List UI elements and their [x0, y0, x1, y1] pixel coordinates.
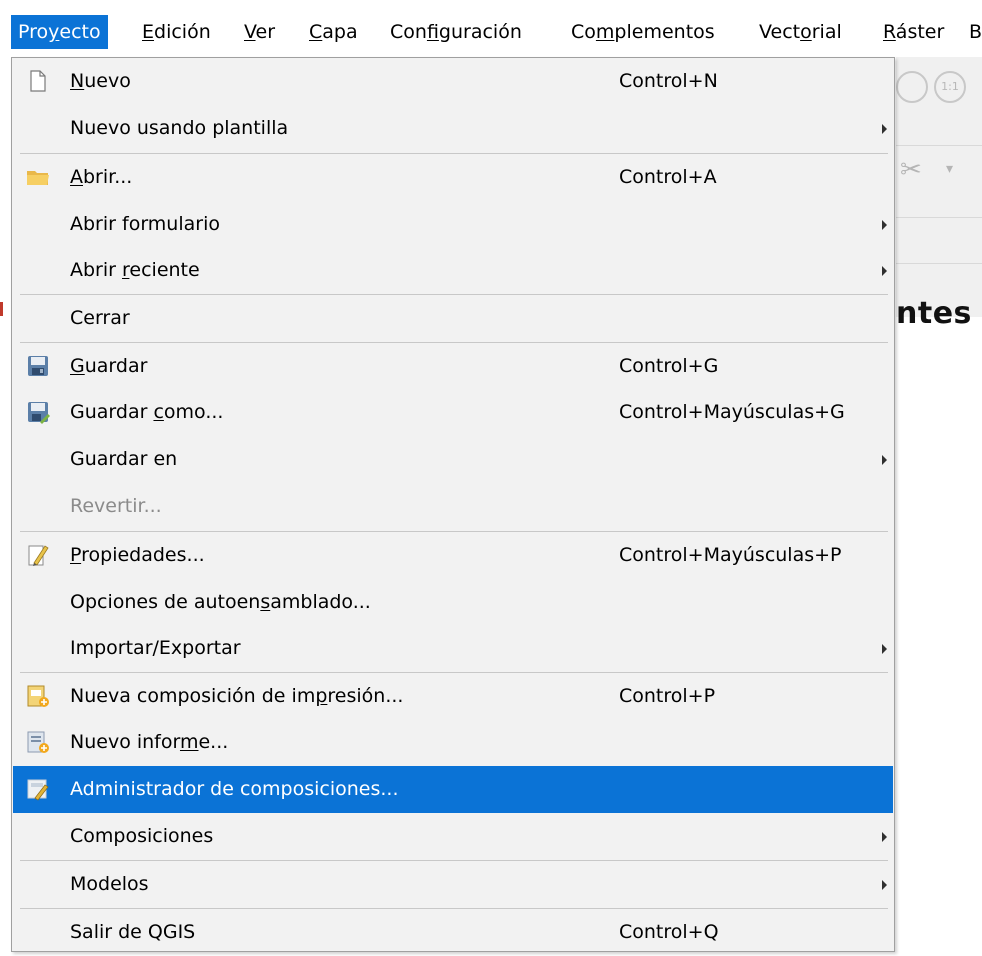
- menu-capa[interactable]: Capa: [302, 15, 365, 49]
- menu-item-guardar[interactable]: Guardar Control+G: [13, 343, 893, 390]
- menu-item-nuevo-informe[interactable]: Nuevo informe...: [13, 719, 893, 766]
- menu-item-guardar-en[interactable]: Guardar en: [13, 436, 893, 483]
- menu-configuracion[interactable]: Configuración: [383, 15, 529, 49]
- toolbar-divider: [896, 263, 982, 264]
- new-page-icon: [30, 70, 46, 92]
- menu-item-abrir-formulario[interactable]: Abrir formulario: [13, 201, 893, 248]
- properties-icon: [28, 545, 49, 566]
- menu-proyecto[interactable]: Proyecto: [11, 15, 108, 49]
- shortcut-text: Control+A: [619, 166, 717, 188]
- menu-item-revertir: Revertir...: [70, 495, 162, 517]
- new-layout-icon: [27, 685, 49, 707]
- submenu-arrow-icon: [882, 832, 887, 842]
- menu-item-composiciones[interactable]: Composiciones: [13, 813, 893, 860]
- toolbar-divider: [896, 145, 982, 146]
- menu-b-truncated[interactable]: B: [962, 15, 982, 49]
- zoom-in-icon: [896, 71, 928, 103]
- shortcut-text: Control+G: [619, 355, 719, 377]
- submenu-arrow-icon: [882, 644, 887, 654]
- menu-edicion[interactable]: Edición: [135, 15, 218, 49]
- menu-item-abrir[interactable]: Abrir... Control+A: [13, 154, 893, 201]
- proyecto-dropdown-menu: Nuevo Control+N Nuevo usando plantilla A…: [11, 57, 895, 952]
- left-edge-marker: [0, 302, 3, 316]
- toolbar-divider: [896, 217, 982, 218]
- menu-ver[interactable]: Ver: [237, 15, 282, 49]
- shortcut-text: Control+P: [619, 685, 716, 707]
- menu-item-salir[interactable]: Salir de QGIS Control+Q: [13, 909, 893, 956]
- background-toolbar: 1:1 ✂ ▾: [896, 57, 982, 317]
- new-report-icon: [27, 731, 49, 753]
- layout-manager-icon: [27, 779, 49, 801]
- zoom-native-icon: 1:1: [934, 71, 966, 103]
- submenu-arrow-icon: [882, 455, 887, 465]
- submenu-arrow-icon: [882, 220, 887, 230]
- submenu-arrow-icon: [882, 266, 887, 276]
- menu-item-cerrar[interactable]: Cerrar: [13, 295, 893, 342]
- submenu-arrow-icon: [882, 880, 887, 890]
- menu-item-abrir-reciente[interactable]: Abrir reciente: [13, 247, 893, 294]
- menu-item-propiedades[interactable]: Propiedades... Control+Mayúsculas+P: [13, 532, 893, 579]
- menu-item-modelos[interactable]: Modelos: [13, 861, 893, 908]
- menu-item-opciones-autoensamblado[interactable]: Opciones de autoensamblado...: [13, 579, 893, 626]
- menu-item-nuevo[interactable]: Nuevo Control+N: [13, 58, 893, 105]
- shortcut-text: Control+Mayúsculas+P: [619, 544, 842, 566]
- menu-complementos[interactable]: Complementos: [564, 15, 722, 49]
- shortcut-text: Control+N: [619, 70, 718, 92]
- menu-raster[interactable]: Ráster: [876, 15, 951, 49]
- dropdown-arrow-icon: ▾: [946, 161, 954, 177]
- digitize-tool-icon: ✂: [900, 155, 922, 185]
- submenu-arrow-icon: [882, 124, 887, 134]
- menu-bar: Proyecto Edición Ver Capa Configuración …: [0, 0, 982, 57]
- save-as-icon: [28, 402, 50, 424]
- save-icon: [28, 356, 48, 376]
- shortcut-text: Control+Q: [619, 921, 719, 943]
- map-canvas: [896, 340, 982, 952]
- menu-vectorial[interactable]: Vectorial: [752, 15, 849, 49]
- menu-item-guardar-como[interactable]: Guardar como... Control+Mayúsculas+G: [13, 389, 893, 436]
- menu-item-nuevo-usando-plantilla[interactable]: Nuevo usando plantilla: [13, 105, 893, 152]
- menu-item-administrador-composiciones[interactable]: Administrador de composiciones...: [13, 766, 893, 813]
- folder-open-icon: [27, 171, 49, 185]
- shortcut-text: Control+Mayúsculas+G: [619, 401, 845, 423]
- panel-title: ntes: [896, 296, 972, 331]
- menu-item-importar-exportar[interactable]: Importar/Exportar: [13, 625, 893, 672]
- menu-item-nueva-composicion[interactable]: Nueva composición de impresión... Contro…: [13, 673, 893, 720]
